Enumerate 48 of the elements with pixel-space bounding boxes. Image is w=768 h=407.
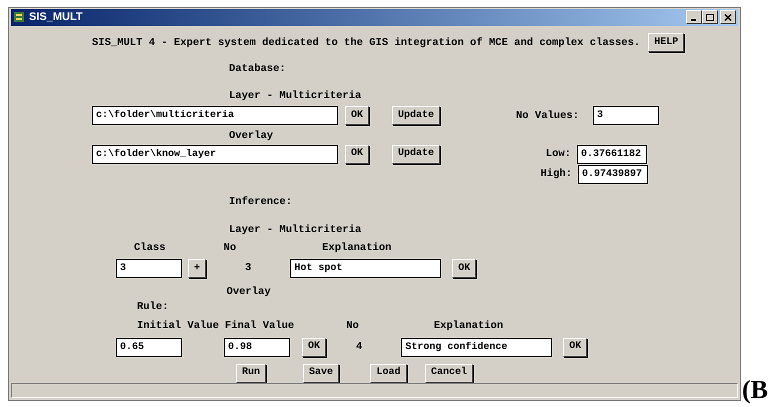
field-label: No Values: — [516, 110, 580, 122]
column-header: Initial Value — [137, 321, 219, 332]
column-header: Class — [134, 242, 166, 254]
load-button[interactable]: Load — [370, 364, 407, 383]
ok-button[interactable]: OK — [563, 338, 588, 357]
app-icon — [13, 11, 25, 24]
maximize-button[interactable] — [702, 10, 718, 24]
cancel-button[interactable]: Cancel — [425, 364, 473, 383]
section-label: Overlay — [229, 131, 274, 142]
section-label: Layer - Multicriteria — [229, 91, 362, 102]
section-label: Inference: — [229, 196, 292, 208]
low-field[interactable]: 0.37661182 — [577, 144, 647, 164]
column-header: Explanation — [434, 321, 504, 332]
values-field[interactable]: 3 — [593, 106, 660, 126]
plus-button[interactable]: + — [188, 259, 206, 278]
close-button[interactable] — [720, 10, 736, 24]
help-button[interactable]: HELP — [648, 33, 684, 52]
update-button[interactable]: Update — [392, 106, 440, 126]
count-text: 4 — [356, 342, 362, 352]
section-label: Database: — [229, 64, 286, 75]
field-label: Low: — [546, 148, 571, 160]
save-button[interactable]: Save — [303, 364, 339, 383]
section-label: Layer - Multicriteria — [229, 224, 362, 236]
close-icon — [724, 14, 732, 21]
run-button[interactable]: Run — [236, 364, 266, 383]
maximize-icon — [706, 14, 714, 21]
column-header: No — [346, 321, 359, 332]
column-header: Final Value — [224, 321, 294, 332]
initial-value-field[interactable]: 0.65 — [116, 338, 182, 357]
final-value-field[interactable]: 0.98 — [224, 338, 290, 357]
header-text: SIS_MULT 4 - Expert system dedicated to the GIS integration of MCE and complex classes. — [92, 38, 640, 48]
figure-label: (B — [742, 377, 768, 403]
rule-label: Rule: — [137, 302, 169, 312]
explanation-field[interactable]: Hot spot — [290, 259, 442, 278]
section-label: Overlay — [226, 286, 271, 298]
column-header: No — [224, 242, 236, 254]
minimize-button[interactable] — [686, 10, 702, 24]
ok-button[interactable]: OK — [345, 106, 369, 126]
column-header: Explanation — [322, 242, 392, 254]
class-field[interactable]: 3 — [116, 259, 182, 278]
count-text: 3 — [245, 263, 252, 274]
ok-button[interactable]: OK — [345, 144, 369, 164]
window-title: SIS_MULT — [29, 10, 83, 26]
ok-button[interactable]: OK — [302, 338, 326, 357]
update-button[interactable]: Update — [392, 144, 440, 164]
ok-button[interactable]: OK — [452, 259, 476, 278]
high-field[interactable]: 0.97439897 — [578, 164, 648, 184]
field-label: High: — [540, 168, 572, 180]
